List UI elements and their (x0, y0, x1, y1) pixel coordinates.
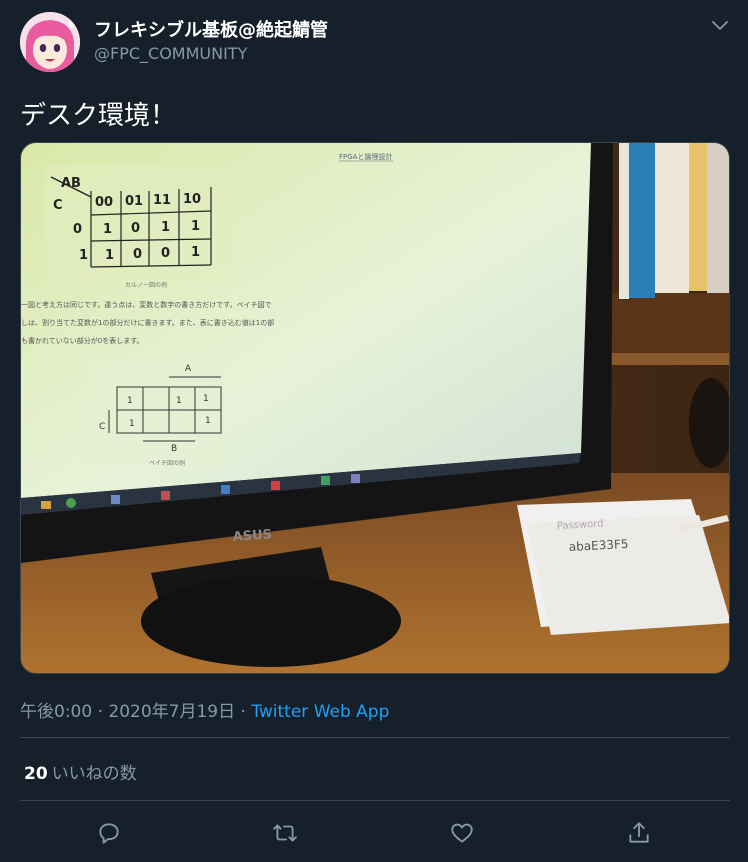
retweet-button[interactable] (270, 818, 300, 848)
kmap-cell: 1 (105, 248, 114, 263)
kmap-c-label: C (53, 198, 63, 213)
avatar[interactable] (20, 12, 80, 72)
likes-count: 20 (24, 764, 48, 784)
screen-header-text: FPGAと論理設計 (339, 152, 392, 161)
likes-label: いいねの数 (51, 764, 137, 784)
more-options-button[interactable] (708, 16, 732, 36)
kmap-cell: 1 (103, 222, 112, 237)
svg-text:1: 1 (129, 419, 135, 429)
svg-text:1: 1 (127, 396, 133, 406)
veitch-c-label: C (99, 422, 105, 432)
user-handle[interactable]: @FPC_COMMUNITY (94, 44, 247, 63)
kmap-cell: 0 (131, 221, 140, 236)
heart-icon (451, 823, 473, 843)
kmap-col-3: 11 (153, 193, 171, 208)
like-button[interactable] (447, 818, 477, 848)
tweet: フレキシブル基板@絶起鯖管 @FPC_COMMUNITY デスク環境！ FPGA… (0, 0, 748, 862)
tweet-timestamp[interactable]: 午後0:00 · 2020年7月19日 · (20, 702, 251, 722)
veitch-a-label: A (185, 364, 192, 374)
divider (20, 800, 730, 801)
svg-text:1: 1 (203, 394, 209, 404)
likes-stat[interactable]: 20 いいねの数 (24, 759, 137, 784)
desk-photo: FPGAと論理設計 AB C 00 01 11 10 0 1 0 1 1 1 1… (21, 143, 729, 673)
para-line: しは、割り当てた変数が1の部分だけに書きます。また、表に書き込む値は1の部 (21, 318, 274, 327)
para-line: 一図と考え方は同じです。違う点は、変数と数字の書き方だけです。ベイチ図で (21, 300, 272, 309)
share-button[interactable] (624, 818, 654, 848)
kmap-col-4: 10 (183, 192, 201, 207)
kmap-col-1: 00 (95, 195, 113, 210)
tweet-photo[interactable]: FPGAと論理設計 AB C 00 01 11 10 0 1 0 1 1 1 1… (20, 142, 730, 674)
kmap-caption: カルノー図の例 (125, 281, 167, 289)
monitor-brand: ASUS (232, 527, 272, 545)
kmap-cell: 0 (161, 246, 170, 261)
chevron-down-icon (712, 21, 728, 30)
kmap-row-1-label: 0 (73, 222, 82, 237)
para-line: も書かれていない部分が0を表します。 (21, 336, 144, 345)
veitch-caption: ベイチ図の例 (149, 459, 185, 467)
display-name[interactable]: フレキシブル基板@絶起鯖管 (94, 16, 328, 42)
kmap-cell: 0 (133, 247, 142, 262)
retweet-icon (273, 824, 297, 842)
divider (20, 737, 730, 738)
kmap-row-2-label: 1 (79, 248, 88, 263)
tweet-meta: 午後0:00 · 2020年7月19日 · Twitter Web App (20, 697, 389, 722)
kmap-cell: 1 (191, 219, 200, 234)
kmap-ab-label: AB (61, 176, 81, 191)
reply-icon (99, 823, 119, 844)
source-app-link[interactable]: Twitter Web App (251, 702, 389, 722)
reply-button[interactable] (94, 818, 124, 848)
share-icon (629, 822, 649, 843)
avatar-illustration (20, 12, 80, 72)
svg-text:1: 1 (176, 396, 182, 406)
kmap-cell: 1 (161, 220, 170, 235)
tweet-text: デスク環境！ (20, 101, 177, 131)
kmap-col-2: 01 (125, 194, 143, 209)
veitch-b-label: B (171, 444, 177, 454)
svg-text:1: 1 (205, 416, 211, 426)
kmap-cell: 1 (191, 245, 200, 260)
